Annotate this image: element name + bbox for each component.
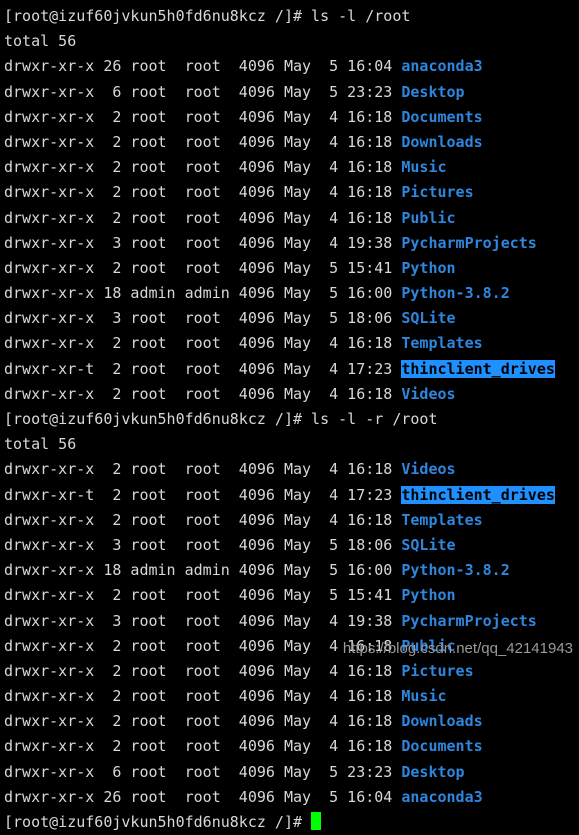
total-line: total 56: [4, 32, 77, 51]
listing-row-metadata: drwxr-xr-x 2 root root 4096 May 4 16:18: [4, 208, 402, 227]
listing-row: drwxr-xr-x 2 root root 4096 May 4 16:18 …: [4, 155, 579, 180]
csdn-watermark: https://blog.csdn.net/qq_42141943: [342, 640, 573, 657]
directory-name: Desktop: [401, 762, 465, 781]
listing-row: drwxr-xr-x 2 root root 4096 May 4 16:18 …: [4, 684, 579, 709]
terminal-output-area[interactable]: [root@izuf60jvkun5h0fd6nu8kcz /]# ls -l …: [4, 4, 579, 835]
shell-prompt: [root@izuf60jvkun5h0fd6nu8kcz /]#: [4, 813, 312, 831]
listing-row: drwxr-xr-t 2 root root 4096 May 4 17:23 …: [4, 357, 579, 382]
listing-row: drwxr-xr-x 2 root root 4096 May 5 15:41 …: [4, 256, 579, 281]
listing-row-metadata: drwxr-xr-x 2 root root 4096 May 4 16:18: [4, 737, 402, 756]
listing-row: drwxr-xr-x 3 root root 4096 May 4 19:38 …: [4, 231, 579, 256]
listing-row: drwxr-xr-x 6 root root 4096 May 5 23:23 …: [4, 760, 579, 785]
listing-row-metadata: drwxr-xr-x 26 root root 4096 May 5 16:04: [4, 787, 402, 806]
listing-row-metadata: drwxr-xr-x 2 root root 4096 May 4 16:18: [4, 384, 402, 403]
terminal-window[interactable]: [root@izuf60jvkun5h0fd6nu8kcz /]# ls -l …: [0, 0, 579, 831]
listing-row-metadata: drwxr-xr-x 26 root root 4096 May 5 16:04: [4, 57, 402, 76]
listing-row-metadata: drwxr-xr-x 6 root root 4096 May 5 23:23: [4, 82, 402, 101]
directory-name: Public: [401, 208, 456, 227]
listing-row: drwxr-xr-x 2 root root 4096 May 4 16:18 …: [4, 105, 579, 130]
text-cursor: [311, 812, 321, 830]
prompt-line: [root@izuf60jvkun5h0fd6nu8kcz /]# ls -l …: [4, 4, 579, 29]
listing-row: drwxr-xr-x 2 root root 4096 May 4 16:18 …: [4, 457, 579, 482]
listing-row: drwxr-xr-x 3 root root 4096 May 5 18:06 …: [4, 306, 579, 331]
directory-name: Documents: [401, 107, 483, 126]
listing-row-metadata: drwxr-xr-x 18 admin admin 4096 May 5 16:…: [4, 561, 402, 580]
directory-name: Videos: [401, 460, 456, 479]
listing-row-metadata: drwxr-xr-x 3 root root 4096 May 5 18:06: [4, 309, 402, 328]
directory-name: Python-3.8.2: [401, 284, 510, 303]
listing-row: drwxr-xr-x 3 root root 4096 May 5 18:06 …: [4, 533, 579, 558]
directory-name: Downloads: [401, 132, 483, 151]
listing-row-metadata: drwxr-xr-x 2 root root 4096 May 4 16:18: [4, 460, 402, 479]
sticky-directory-name: thinclient_drives: [401, 359, 555, 378]
listing-row-metadata: drwxr-xr-x 3 root root 4096 May 4 19:38: [4, 611, 402, 630]
directory-name: Music: [401, 158, 447, 177]
listing-row-metadata: drwxr-xr-x 2 root root 4096 May 4 16:18: [4, 183, 402, 202]
directory-name: Documents: [401, 737, 483, 756]
listing-row-metadata: drwxr-xr-x 2 root root 4096 May 4 16:18: [4, 107, 402, 126]
shell-command: ls -l /root: [311, 7, 411, 25]
listing-row: drwxr-xr-x 2 root root 4096 May 4 16:18 …: [4, 659, 579, 684]
listing-row-metadata: drwxr-xr-x 3 root root 4096 May 5 18:06: [4, 535, 402, 554]
listing-row: drwxr-xr-x 2 root root 4096 May 4 16:18 …: [4, 130, 579, 155]
directory-name: SQLite: [401, 535, 456, 554]
directory-name: Python-3.8.2: [401, 561, 510, 580]
listing-row: drwxr-xr-x 2 root root 4096 May 4 16:18 …: [4, 734, 579, 759]
directory-name: Desktop: [401, 82, 465, 101]
directory-name: PycharmProjects: [401, 611, 537, 630]
directory-name: anaconda3: [401, 57, 483, 76]
listing-row: drwxr-xr-x 18 admin admin 4096 May 5 16:…: [4, 281, 579, 306]
directory-name: Pictures: [401, 183, 474, 202]
prompt-line: [root@izuf60jvkun5h0fd6nu8kcz /]#: [4, 810, 579, 835]
listing-row-metadata: drwxr-xr-t 2 root root 4096 May 4 17:23: [4, 485, 402, 504]
listing-row-metadata: drwxr-xr-x 2 root root 4096 May 4 16:18: [4, 158, 402, 177]
directory-name: Downloads: [401, 712, 483, 731]
directory-name: Templates: [401, 334, 483, 353]
directory-name: Videos: [401, 384, 456, 403]
listing-row: drwxr-xr-x 26 root root 4096 May 5 16:04…: [4, 54, 579, 79]
listing-row: drwxr-xr-x 2 root root 4096 May 4 16:18 …: [4, 180, 579, 205]
listing-row-metadata: drwxr-xr-x 3 root root 4096 May 4 19:38: [4, 233, 402, 252]
listing-row-metadata: drwxr-xr-x 2 root root 4096 May 4 16:18: [4, 712, 402, 731]
sticky-directory-name: thinclient_drives: [401, 485, 555, 504]
shell-command: ls -l -r /root: [311, 410, 438, 428]
listing-row: drwxr-xr-x 2 root root 4096 May 4 16:18 …: [4, 382, 579, 407]
listing-row-metadata: drwxr-xr-x 2 root root 4096 May 4 16:18: [4, 132, 402, 151]
listing-row: drwxr-xr-x 26 root root 4096 May 5 16:04…: [4, 785, 579, 810]
directory-name: anaconda3: [401, 787, 483, 806]
listing-row: drwxr-xr-x 2 root root 4096 May 4 16:18 …: [4, 508, 579, 533]
listing-row-metadata: drwxr-xr-x 18 admin admin 4096 May 5 16:…: [4, 284, 402, 303]
listing-row-metadata: drwxr-xr-x 2 root root 4096 May 4 16:18: [4, 687, 402, 706]
listing-row: drwxr-xr-t 2 root root 4096 May 4 17:23 …: [4, 483, 579, 508]
listing-row-metadata: drwxr-xr-x 6 root root 4096 May 5 23:23: [4, 762, 402, 781]
directory-name: Python: [401, 586, 456, 605]
listing-row-metadata: drwxr-xr-x 2 root root 4096 May 5 15:41: [4, 258, 402, 277]
listing-row-metadata: drwxr-xr-x 2 root root 4096 May 4 16:18: [4, 636, 402, 655]
directory-name: Music: [401, 687, 447, 706]
listing-row: drwxr-xr-x 2 root root 4096 May 4 16:18 …: [4, 709, 579, 734]
listing-row-metadata: drwxr-xr-t 2 root root 4096 May 4 17:23: [4, 359, 402, 378]
listing-row-metadata: drwxr-xr-x 2 root root 4096 May 4 16:18: [4, 661, 402, 680]
listing-row: drwxr-xr-x 6 root root 4096 May 5 23:23 …: [4, 80, 579, 105]
total-line: total 56: [4, 435, 77, 454]
listing-row-metadata: drwxr-xr-x 2 root root 4096 May 5 15:41: [4, 586, 402, 605]
directory-name: PycharmProjects: [401, 233, 537, 252]
shell-prompt: [root@izuf60jvkun5h0fd6nu8kcz /]#: [4, 7, 312, 25]
directory-name: Python: [401, 258, 456, 277]
listing-row: drwxr-xr-x 3 root root 4096 May 4 19:38 …: [4, 609, 579, 634]
listing-row: drwxr-xr-x 2 root root 4096 May 5 15:41 …: [4, 583, 579, 608]
directory-name: Pictures: [401, 661, 474, 680]
directory-name: SQLite: [401, 309, 456, 328]
prompt-line: [root@izuf60jvkun5h0fd6nu8kcz /]# ls -l …: [4, 407, 579, 432]
listing-row: drwxr-xr-x 18 admin admin 4096 May 5 16:…: [4, 558, 579, 583]
listing-row: drwxr-xr-x 2 root root 4096 May 4 16:18 …: [4, 206, 579, 231]
listing-row-metadata: drwxr-xr-x 2 root root 4096 May 4 16:18: [4, 334, 402, 353]
shell-prompt: [root@izuf60jvkun5h0fd6nu8kcz /]#: [4, 410, 312, 428]
listing-row-metadata: drwxr-xr-x 2 root root 4096 May 4 16:18: [4, 510, 402, 529]
directory-name: Templates: [401, 510, 483, 529]
listing-row: drwxr-xr-x 2 root root 4096 May 4 16:18 …: [4, 331, 579, 356]
